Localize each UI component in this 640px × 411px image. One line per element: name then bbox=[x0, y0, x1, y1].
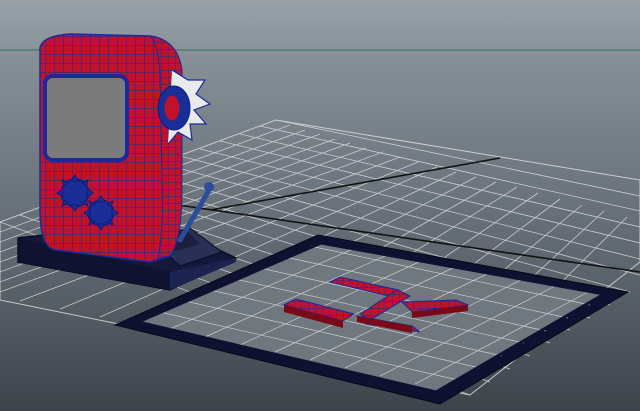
3d-viewport[interactable] bbox=[0, 0, 640, 411]
slot-machine-screen bbox=[43, 74, 129, 162]
viewport-canvas[interactable] bbox=[0, 0, 640, 411]
